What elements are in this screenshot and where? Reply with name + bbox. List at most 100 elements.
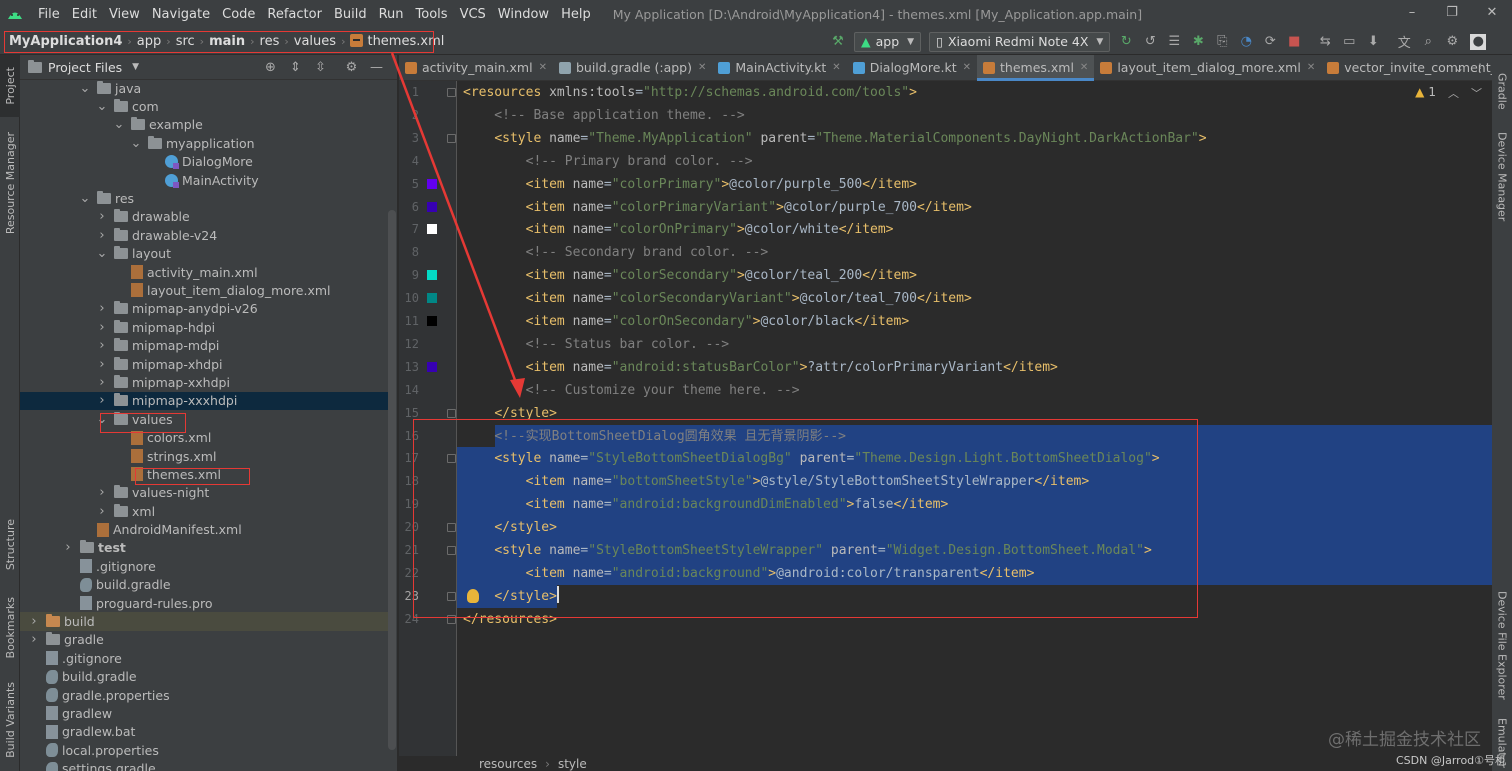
menu-tools[interactable]: Tools [410,7,454,22]
stop-icon[interactable]: ■ [1283,31,1305,53]
tree-node[interactable]: › mipmap-xhdpi [20,355,390,373]
tree-node[interactable]: ⌄ myapplication [20,134,390,152]
gear-icon[interactable]: ⚙ [1441,31,1463,53]
close-icon[interactable]: ✕ [963,62,971,73]
color-swatch-icon[interactable] [427,270,437,281]
close-icon[interactable]: ✕ [1307,62,1315,73]
tree-node[interactable]: ⌄ com [20,97,390,115]
tree-node[interactable]: colors.xml [20,428,390,446]
close-icon[interactable]: ✕ [539,62,547,73]
code-line[interactable]: 5 <item name="colorPrimary">@color/purpl… [412,173,1492,196]
menu-view[interactable]: View [103,7,146,22]
tree-node[interactable]: gradle.properties [20,686,390,704]
tree-node[interactable]: ⌄ layout [20,245,390,263]
editor-tab[interactable]: layout_item_dialog_more.xml ✕ [1094,55,1321,81]
code-line[interactable]: 9 <item name="colorSecondary">@color/tea… [412,264,1492,287]
tree-node[interactable]: build.gradle [20,576,390,594]
editor-tab[interactable]: activity_main.xml ✕ [399,55,553,81]
fold-marker-icon[interactable] [447,408,456,418]
locate-file-icon[interactable]: ⊕ [258,60,283,75]
tree-node[interactable]: activity_main.xml [20,263,390,281]
code-line[interactable]: 10 <item name="colorSecondaryVariant">@c… [405,287,1492,310]
chevron-down-icon[interactable]: ▼ [132,62,139,72]
code-line[interactable]: 8 <!-- Secondary brand color. --> [412,241,1492,264]
expand-all-icon[interactable]: ⇕ [283,60,308,75]
menu-run[interactable]: Run [373,7,410,22]
close-icon[interactable]: ✕ [698,62,706,73]
color-swatch-icon[interactable] [427,361,437,372]
avatar-icon[interactable]: ● [1470,33,1487,50]
tree-node[interactable]: › mipmap-xxhdpi [20,373,390,391]
close-icon[interactable]: ✕ [1080,62,1088,73]
tree-node[interactable]: layout_item_dialog_more.xml [20,281,390,299]
tree-node[interactable]: strings.xml [20,447,390,465]
chevron-down-icon[interactable]: ⌄ [79,81,91,96]
coverage-icon[interactable]: ☰ [1163,31,1185,53]
sdk-manager-icon[interactable]: ⬇ [1362,31,1384,53]
minimize-button[interactable]: – [1392,0,1432,24]
maximize-button[interactable]: ❐ [1432,0,1472,24]
tree-node[interactable]: ⌄ res [20,189,390,207]
menu-edit[interactable]: Edit [66,7,103,22]
device-select[interactable]: ▯ Xiaomi Redmi Note 4X ▼ [929,31,1111,52]
chevron-right-icon[interactable]: › [96,320,108,335]
tree-node[interactable]: .gitignore [20,557,390,575]
tree-node[interactable]: proguard-rules.pro [20,594,390,612]
tree-node[interactable]: ⌄ java [20,79,390,97]
code-line[interactable]: 4 <!-- Primary brand color. --> [412,150,1492,173]
gear-icon[interactable]: ⚙ [339,60,364,75]
tree-scrollbar[interactable] [388,210,396,750]
tab-structure[interactable]: Structure [0,510,20,580]
device-manager-icon[interactable]: ▭ [1338,31,1360,53]
tree-node[interactable]: settings.gradle [20,759,390,771]
chevron-right-icon[interactable]: › [62,540,74,555]
menu-navigate[interactable]: Navigate [146,7,216,22]
tree-node[interactable]: › mipmap-xxxhdpi [20,391,390,411]
tree-node[interactable]: local.properties [20,741,390,759]
chevron-down-icon[interactable]: ⌄ [96,246,108,261]
chevron-right-icon[interactable]: › [28,614,40,629]
chevron-up-icon[interactable]: ︿ [1448,87,1459,100]
editor-tab[interactable]: MainActivity.kt ✕ [712,55,846,81]
chevron-down-icon[interactable]: ⌄ [130,136,142,151]
color-swatch-icon[interactable] [427,178,437,189]
tab-build-variants[interactable]: Build Variants [0,675,20,765]
apply-code-changes-icon[interactable]: ↺ [1139,31,1161,53]
color-swatch-icon[interactable] [427,201,437,212]
editor-tab[interactable]: themes.xml ✕ [977,55,1095,81]
chevron-right-icon[interactable]: › [96,357,108,372]
chevron-down-icon[interactable]: ⌄ [113,117,125,132]
hide-panel-icon[interactable]: — [364,60,389,75]
editor-tab[interactable]: DialogMore.kt ✕ [847,55,977,81]
debug-icon[interactable]: ✱ [1187,31,1209,53]
code-line[interactable]: 14 <!-- Customize your theme here. --> [405,379,1492,402]
project-view-selector[interactable]: Project Files [48,60,122,75]
sync-gradle-icon[interactable]: ⇆ [1314,31,1336,53]
chevron-right-icon[interactable]: › [96,504,108,519]
tree-node[interactable]: › values-night [20,484,390,502]
menu-window[interactable]: Window [492,7,555,22]
tree-node[interactable]: › xml [20,502,390,520]
tree-node[interactable]: gradlew [20,704,390,722]
tree-node[interactable]: MainActivity [20,171,390,189]
code-line[interactable]: 12 <!-- Status bar color. --> [405,333,1492,356]
code-line[interactable]: 13 <item name="android:statusBarColor">?… [405,356,1492,379]
menu-refactor[interactable]: Refactor [261,7,328,22]
tab-device-manager[interactable]: Device Manager [1492,127,1512,227]
tree-node[interactable]: › mipmap-mdpi [20,336,390,354]
attach-debugger-icon[interactable]: ⎘ [1211,31,1233,53]
chevron-right-icon[interactable]: › [96,228,108,243]
tree-node[interactable]: › mipmap-anydpi-v26 [20,300,390,318]
fold-marker-icon[interactable] [447,88,456,97]
tree-node[interactable]: DialogMore [20,153,390,171]
chevron-right-icon[interactable]: › [96,393,108,408]
tab-resource-manager[interactable]: Resource Manager [0,123,20,243]
chevron-right-icon[interactable]: › [96,375,108,390]
code-line[interactable]: 6 <item name="colorPrimaryVariant">@colo… [412,196,1492,219]
tree-node[interactable]: › drawable [20,208,390,226]
tree-node[interactable]: › build [20,612,390,631]
tree-node[interactable]: › test [20,539,390,557]
tree-node[interactable]: .gitignore [20,649,390,667]
tab-bookmarks[interactable]: Bookmarks [0,590,20,665]
hammer-build-icon[interactable]: ⚒ [827,31,849,53]
